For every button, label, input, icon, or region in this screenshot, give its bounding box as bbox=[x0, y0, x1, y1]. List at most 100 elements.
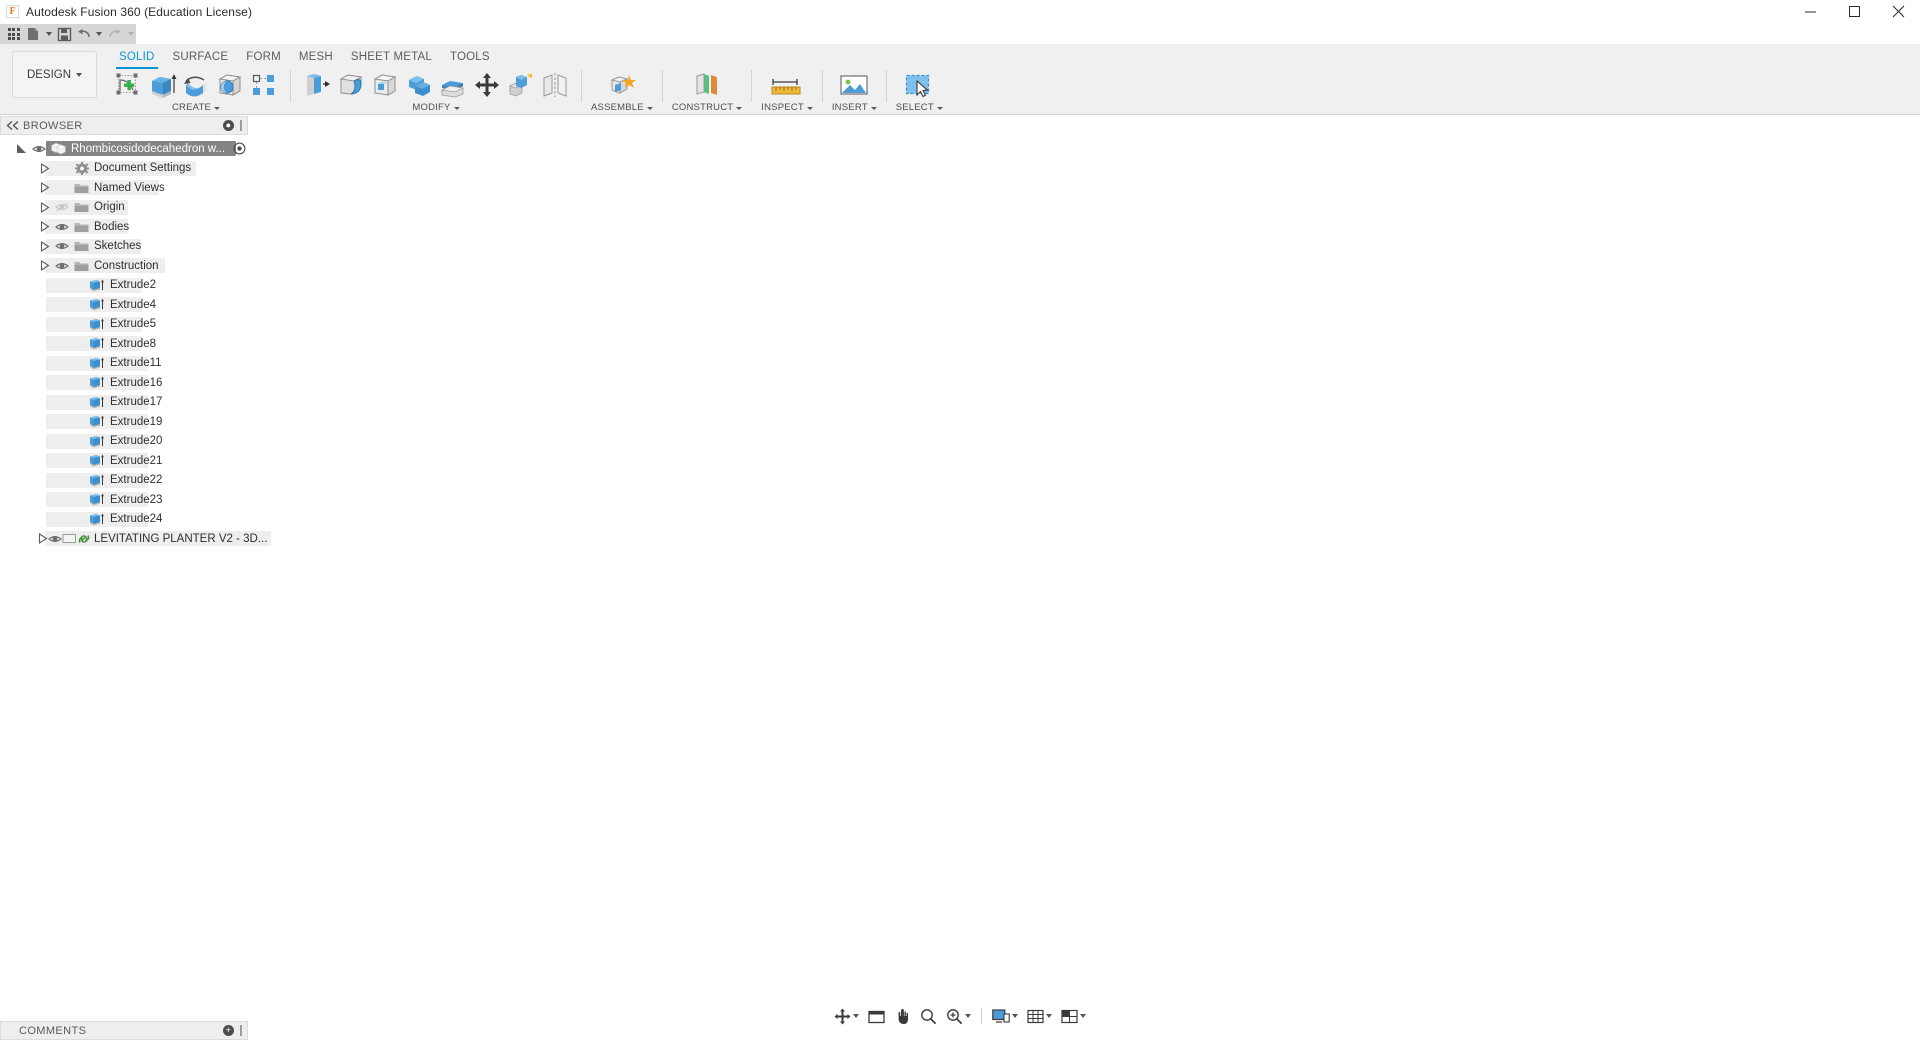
combine-icon[interactable] bbox=[402, 68, 436, 102]
create-sketch-icon[interactable] bbox=[111, 68, 145, 102]
sphere-icon[interactable] bbox=[213, 68, 247, 102]
insert-mcmaster-icon[interactable] bbox=[834, 68, 874, 102]
revolve-icon[interactable] bbox=[179, 68, 213, 102]
expand-arrow-placeholder[interactable] bbox=[53, 395, 68, 410]
browser-tree-item[interactable]: Extrude16 bbox=[0, 373, 248, 393]
expand-arrow-placeholder[interactable] bbox=[53, 317, 68, 332]
expand-arrow-placeholder[interactable] bbox=[53, 375, 68, 390]
eye-visible-icon[interactable] bbox=[29, 141, 49, 156]
browser-tree[interactable]: Rhombicosidodecahedron w... Document Set… bbox=[0, 135, 248, 549]
component-options-icon[interactable] bbox=[233, 142, 246, 155]
expand-arrow-placeholder[interactable] bbox=[53, 453, 68, 468]
expand-arrow-collapsed-icon[interactable] bbox=[37, 200, 52, 215]
browser-tree-item[interactable]: Named Views bbox=[0, 178, 248, 198]
measure-icon[interactable] bbox=[767, 68, 807, 102]
pattern-icon[interactable] bbox=[247, 68, 281, 102]
expand-arrow-placeholder[interactable] bbox=[53, 278, 68, 293]
close-button[interactable] bbox=[1876, 0, 1920, 24]
tab-sheet-metal[interactable]: SHEET METAL bbox=[342, 48, 441, 66]
browser-tree-item[interactable]: Extrude22 bbox=[0, 471, 248, 491]
panel-grip-icon[interactable] bbox=[240, 1025, 242, 1036]
extrude-icon[interactable] bbox=[145, 68, 179, 102]
browser-tree-item[interactable]: Extrude4 bbox=[0, 295, 248, 315]
browser-tree-item[interactable]: Bodies bbox=[0, 217, 248, 237]
workspace-switcher-design[interactable]: DESIGN bbox=[12, 51, 97, 98]
browser-tree-item[interactable]: LEVITATING PLANTER V2 - 3D... bbox=[0, 529, 248, 549]
tab-mesh[interactable]: MESH bbox=[290, 48, 342, 66]
display-settings-icon[interactable] bbox=[988, 1004, 1022, 1028]
tab-form[interactable]: FORM bbox=[237, 48, 290, 66]
eye-visible-icon[interactable] bbox=[52, 258, 72, 273]
browser-tree-item[interactable]: Extrude11 bbox=[0, 354, 248, 374]
expand-arrow-placeholder[interactable] bbox=[53, 512, 68, 527]
browser-tree-item[interactable]: Extrude23 bbox=[0, 490, 248, 510]
zoom-window-icon[interactable] bbox=[942, 1004, 975, 1028]
browser-tree-item[interactable]: Extrude21 bbox=[0, 451, 248, 471]
ribbon-group-label-insert[interactable]: INSERT bbox=[832, 102, 877, 114]
browser-tree-item[interactable]: Extrude2 bbox=[0, 276, 248, 296]
expand-arrow-collapsed-icon[interactable] bbox=[37, 219, 52, 234]
maximize-button[interactable] bbox=[1832, 0, 1876, 24]
browser-tree-item[interactable]: Document Settings bbox=[0, 159, 248, 179]
browser-tree-item[interactable]: Extrude20 bbox=[0, 432, 248, 452]
fillet-icon[interactable] bbox=[334, 68, 368, 102]
move-copy-icon[interactable] bbox=[470, 68, 504, 102]
browser-tree-item[interactable]: Sketches bbox=[0, 237, 248, 257]
look-at-icon[interactable] bbox=[864, 1004, 889, 1028]
rhombicosidodecahedron-planter[interactable] bbox=[762, 480, 1074, 762]
expand-arrow-expanded-icon[interactable] bbox=[14, 141, 29, 156]
browser-tree-item[interactable]: Extrude5 bbox=[0, 315, 248, 335]
shell-icon[interactable] bbox=[368, 68, 402, 102]
add-comment-icon[interactable]: + bbox=[223, 1025, 234, 1036]
view-cube[interactable]: RIGHT Z X Y bbox=[1762, 138, 1872, 228]
zoom-icon[interactable] bbox=[916, 1004, 941, 1028]
wooden-base-block[interactable] bbox=[680, 757, 1185, 912]
expand-arrow-collapsed-icon[interactable] bbox=[37, 258, 52, 273]
redo-icon[interactable] bbox=[107, 25, 124, 44]
viewports-icon[interactable] bbox=[1057, 1004, 1090, 1028]
browser-tree-item[interactable]: Rhombicosidodecahedron w... bbox=[0, 139, 248, 159]
app-grid-icon[interactable] bbox=[5, 25, 22, 44]
redo-dropdown[interactable] bbox=[126, 25, 136, 44]
tab-surface[interactable]: SURFACE bbox=[164, 48, 238, 66]
view-cube-geometry[interactable]: RIGHT bbox=[1784, 152, 1862, 218]
ribbon-group-label-inspect[interactable]: INSPECT bbox=[761, 102, 813, 114]
expand-arrow-placeholder[interactable] bbox=[53, 492, 68, 507]
expand-arrow-collapsed-icon[interactable] bbox=[37, 239, 52, 254]
ribbon-group-label-construct[interactable]: CONSTRUCT bbox=[672, 102, 742, 114]
expand-arrow-collapsed-icon[interactable] bbox=[37, 531, 48, 546]
eye-visible-icon[interactable] bbox=[48, 531, 62, 546]
expand-arrow-placeholder[interactable] bbox=[53, 297, 68, 312]
browser-tree-item[interactable]: Origin bbox=[0, 198, 248, 218]
orbit-icon[interactable] bbox=[830, 1004, 863, 1028]
eye-visible-icon[interactable] bbox=[52, 239, 72, 254]
expand-arrow-collapsed-icon[interactable] bbox=[37, 180, 52, 195]
expand-arrow-placeholder[interactable] bbox=[53, 473, 68, 488]
browser-tree-item[interactable]: Extrude19 bbox=[0, 412, 248, 432]
eye-visible-icon[interactable] bbox=[52, 219, 72, 234]
expand-arrow-placeholder[interactable] bbox=[53, 414, 68, 429]
ribbon-group-label-select[interactable]: SELECT bbox=[896, 102, 943, 114]
offset-face-icon[interactable] bbox=[436, 68, 470, 102]
expand-arrow-placeholder[interactable] bbox=[53, 434, 68, 449]
select-icon[interactable] bbox=[899, 68, 939, 102]
eye-hidden-icon[interactable] bbox=[52, 200, 72, 215]
new-document-dropdown[interactable] bbox=[44, 25, 54, 44]
new-component-icon[interactable] bbox=[602, 68, 642, 102]
undo-dropdown[interactable] bbox=[94, 25, 104, 44]
ribbon-group-label-modify[interactable]: MODIFY bbox=[412, 102, 459, 114]
press-pull-icon[interactable] bbox=[300, 68, 334, 102]
expand-arrow-placeholder[interactable] bbox=[53, 336, 68, 351]
align-icon[interactable] bbox=[504, 68, 538, 102]
grid-snaps-icon[interactable] bbox=[1023, 1004, 1056, 1028]
expand-arrow-placeholder[interactable] bbox=[53, 356, 68, 371]
browser-tree-item[interactable]: Extrude24 bbox=[0, 510, 248, 530]
mirror-icon[interactable] bbox=[538, 68, 572, 102]
expand-arrow-collapsed-icon[interactable] bbox=[37, 161, 52, 176]
browser-tree-item[interactable]: Construction bbox=[0, 256, 248, 276]
comments-panel[interactable]: COMMENTS + bbox=[0, 1021, 248, 1040]
browser-tree-item[interactable]: Extrude17 bbox=[0, 393, 248, 413]
new-document-icon[interactable] bbox=[24, 25, 41, 44]
save-icon[interactable] bbox=[56, 25, 73, 44]
ribbon-group-label-create[interactable]: CREATE bbox=[172, 102, 220, 114]
